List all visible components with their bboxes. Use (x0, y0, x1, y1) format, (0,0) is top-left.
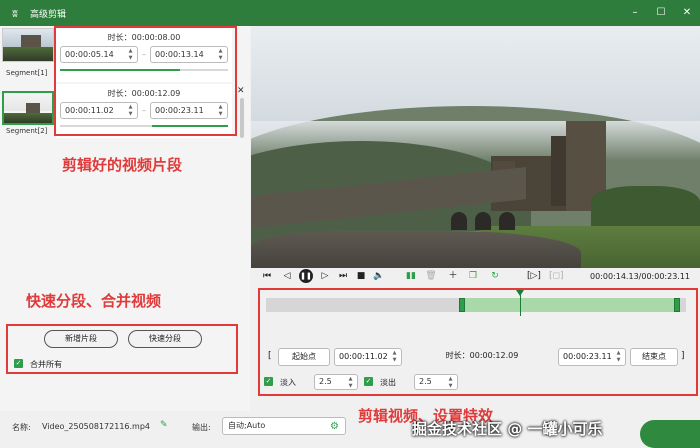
watermark: 掘金技术社区 @ 一罐小可乐 (412, 420, 603, 438)
maximize-icon[interactable]: ☐ (654, 5, 668, 19)
video-preview[interactable] (251, 26, 700, 286)
segment-label-2: Segment[2] (6, 127, 48, 135)
annotation-box-clips (54, 26, 237, 136)
edit-name-icon[interactable]: ✎ (160, 420, 168, 430)
export-button[interactable] (640, 420, 700, 448)
merge-all-label: 合并所有 (30, 360, 62, 369)
segment-thumbnail-1[interactable] (2, 28, 54, 62)
annotation-clips: 剪辑好的视频片段 (62, 156, 183, 174)
annotation-split: 快速分段、合并视频 (26, 292, 162, 310)
file-name: Video_250508172116.mp4 (42, 422, 150, 431)
close-icon[interactable]: ✕ (680, 5, 694, 19)
reset-icon[interactable]: ↻ (489, 270, 501, 282)
segment-scrollbar[interactable] (240, 98, 244, 138)
merge-all-checkbox[interactable]: ✓ (14, 359, 23, 368)
skip-start-icon[interactable]: ⏮ (261, 270, 273, 282)
add-icon[interactable]: ＋ (447, 270, 459, 282)
quick-split-button[interactable]: 快速分段 (128, 330, 202, 348)
window-title: 高级剪辑 (30, 9, 67, 20)
segment-panel: Segment[1] Segment[2] 时长：00:00:08.00 00:… (0, 26, 250, 411)
stop-icon[interactable]: ■ (355, 270, 367, 282)
skip-end-icon[interactable]: ⏭ (337, 270, 349, 282)
remove-segment-icon[interactable]: ✕ (237, 86, 245, 96)
segment-thumbnail-2[interactable] (2, 91, 54, 125)
mark-out-icon[interactable]: [◻] (549, 270, 564, 282)
minimize-icon[interactable]: – (628, 5, 642, 19)
step-back-icon[interactable]: ◁ (281, 270, 293, 282)
pause-icon[interactable]: ❚❚ (299, 269, 313, 283)
add-segment-button[interactable]: 新增片段 (44, 330, 118, 348)
annotation-box-clip (258, 288, 698, 396)
output-label: 输出: (192, 423, 211, 432)
playback-time: 00:00:14.13/00:00:23.11 (590, 272, 690, 281)
player-controls: ⏮ ◁ ❚❚ ▷ ⏭ ■ 🔈 ▮▮ 🗑 ＋ ❐ ↻ [▷] [◻] 00:00:… (251, 268, 700, 286)
output-select[interactable]: 自动;Auto ⚙ (222, 417, 346, 435)
mark-in-icon[interactable]: [▷] (527, 270, 541, 282)
segment-label-1: Segment[1] (6, 69, 48, 77)
name-label: 名称: (12, 423, 31, 432)
copy-icon[interactable]: ❐ (467, 270, 479, 282)
gear-icon[interactable]: ⚙ (330, 419, 339, 435)
step-forward-icon[interactable]: ▷ (319, 270, 331, 282)
split-icon[interactable]: ▮▮ (405, 270, 417, 282)
title-bar: ʬ 高级剪辑 – ☐ ✕ (0, 0, 700, 26)
delete-icon[interactable]: 🗑 (425, 270, 437, 282)
volume-icon[interactable]: 🔈 (373, 270, 385, 282)
rabbit-app-icon: ʬ (12, 6, 18, 20)
